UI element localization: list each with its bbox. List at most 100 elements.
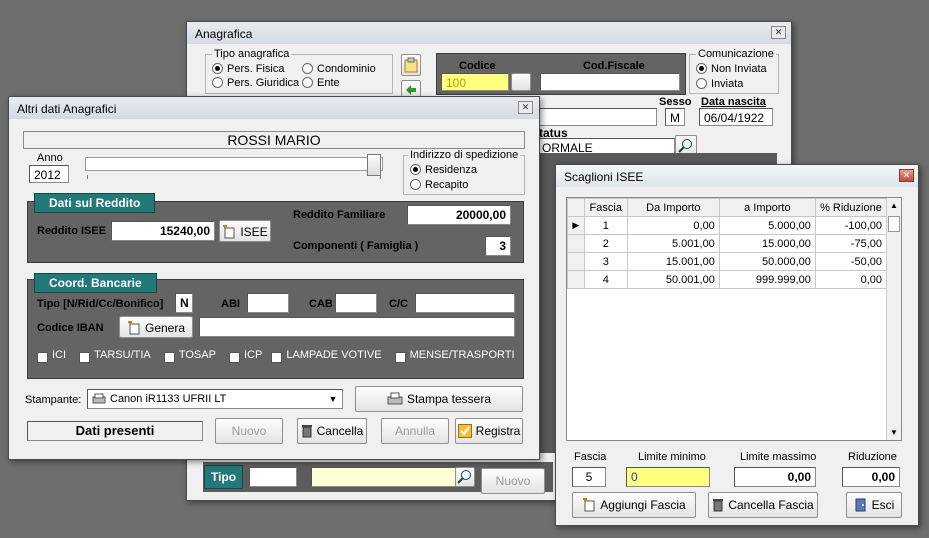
cell-a[interactable]: 50.000,00 bbox=[718, 252, 816, 271]
cancella-button[interactable]: Cancella bbox=[297, 418, 367, 444]
cell-fascia[interactable]: 1 bbox=[583, 216, 628, 235]
esci-button[interactable]: Esci bbox=[846, 492, 902, 518]
anno-input[interactable]: 2012 bbox=[29, 165, 69, 183]
checkbox-label: ICI bbox=[52, 349, 67, 361]
scrollbar-thumb[interactable] bbox=[888, 216, 900, 232]
radio-pers-fisica[interactable]: Pers. Fisica bbox=[212, 63, 284, 75]
nuovo-button[interactable]: Nuovo bbox=[481, 468, 545, 494]
cell-fascia[interactable]: 2 bbox=[583, 234, 628, 253]
radio-non-inviata[interactable]: Non Inviata bbox=[696, 63, 767, 75]
radio-inviata[interactable]: Inviata bbox=[696, 78, 743, 90]
cell-riduzione[interactable]: 0,00 bbox=[814, 270, 888, 289]
componenti-input[interactable]: 3 bbox=[485, 236, 511, 256]
codfiscale-input[interactable] bbox=[540, 73, 680, 91]
service-lampade[interactable]: ✓ LAMPADE VOTIVE bbox=[271, 349, 382, 363]
radio-icon bbox=[410, 164, 421, 175]
service-tarsu[interactable]: ✓ TARSU/TIA bbox=[79, 349, 151, 363]
scroll-down-icon[interactable]: ▼ bbox=[887, 428, 901, 437]
cab-input[interactable] bbox=[335, 293, 377, 313]
nuovo-button[interactable]: Nuovo bbox=[215, 418, 283, 444]
name-display: ROSSI MARIO bbox=[23, 131, 525, 149]
tipo-input[interactable] bbox=[249, 467, 297, 487]
nascita-input[interactable]: 06/04/1922 bbox=[699, 108, 773, 126]
reddito-isee-input[interactable]: 15240,00 bbox=[111, 221, 215, 241]
radio-residenza[interactable]: Residenza bbox=[410, 164, 477, 176]
scroll-up-icon[interactable]: ▲ bbox=[887, 201, 901, 210]
anno-slider-handle[interactable] bbox=[367, 154, 381, 176]
anno-slider-track[interactable] bbox=[85, 157, 383, 171]
table-row[interactable]: 2 5.001,00 15.000,00 -75,00 bbox=[567, 234, 888, 253]
column-header[interactable]: Fascia bbox=[583, 198, 628, 217]
annulla-button[interactable]: Annulla bbox=[381, 418, 449, 444]
stampante-select[interactable]: Canon iR1133 UFRII LT ▼ bbox=[87, 389, 343, 409]
radio-icon bbox=[410, 179, 421, 190]
cell-da[interactable]: 50.001,00 bbox=[626, 270, 720, 289]
max-input[interactable]: 0,00 bbox=[734, 467, 816, 487]
radio-pers-giuridica[interactable]: Pers. Giuridica bbox=[212, 77, 299, 89]
radio-label: Condominio bbox=[317, 63, 376, 75]
column-header[interactable]: % Riduzione bbox=[814, 198, 888, 217]
tipo-banca-input[interactable]: N bbox=[175, 293, 193, 313]
radio-condominio[interactable]: Condominio bbox=[302, 63, 376, 75]
aggiungi-fascia-button[interactable]: Aggiungi Fascia bbox=[572, 492, 696, 518]
grid-scrollbar[interactable]: ▲ ▼ bbox=[886, 198, 901, 440]
radio-ente[interactable]: Ente bbox=[302, 77, 340, 89]
min-input[interactable]: 0 bbox=[626, 467, 710, 487]
radio-label: Recapito bbox=[425, 179, 469, 191]
chevron-down-icon[interactable]: ▼ bbox=[326, 391, 340, 407]
iban-input[interactable] bbox=[199, 317, 515, 337]
radio-label: Residenza bbox=[425, 164, 477, 176]
reddito-fam-input[interactable]: 20000,00 bbox=[407, 205, 511, 225]
table-row[interactable]: 3 15.001,00 50.000,00 -50,00 bbox=[567, 252, 888, 271]
column-header[interactable]: Da Importo bbox=[626, 198, 720, 217]
button-label: Cancella Fascia bbox=[728, 498, 814, 512]
cell-a[interactable]: 5.000,00 bbox=[718, 216, 816, 235]
cell-riduzione[interactable]: -50,00 bbox=[814, 252, 888, 271]
cell-da[interactable]: 15.001,00 bbox=[626, 252, 720, 271]
tipo-desc-input[interactable] bbox=[311, 467, 461, 487]
cancella-fascia-button[interactable]: Cancella Fascia bbox=[708, 492, 818, 518]
genera-button[interactable]: Genera bbox=[119, 316, 193, 338]
clipboard-button[interactable] bbox=[401, 54, 421, 76]
service-ici[interactable]: ✓ ICI bbox=[37, 349, 67, 363]
riduzione-input[interactable]: 0,00 bbox=[842, 467, 900, 487]
cognome-input[interactable] bbox=[537, 108, 657, 126]
fascia-label: Fascia bbox=[574, 451, 607, 463]
grid-header: Fascia Da Importo a Importo % Riduzione bbox=[567, 198, 888, 217]
codice-lookup-button[interactable] bbox=[511, 73, 531, 91]
cell-riduzione[interactable]: -100,00 bbox=[814, 216, 888, 235]
radio-label: Pers. Giuridica bbox=[227, 77, 300, 89]
column-header[interactable]: a Importo bbox=[718, 198, 816, 217]
cell-fascia[interactable]: 4 bbox=[583, 270, 628, 289]
tipo-search-button[interactable] bbox=[455, 467, 475, 487]
abi-input[interactable] bbox=[247, 293, 289, 313]
cell-a[interactable]: 999.999,00 bbox=[718, 270, 816, 289]
radio-recapito[interactable]: Recapito bbox=[410, 179, 468, 191]
cell-da[interactable]: 5.001,00 bbox=[626, 234, 720, 253]
codice-label: Codice bbox=[459, 60, 496, 72]
isee-button[interactable]: ISEE bbox=[219, 220, 271, 242]
cell-fascia[interactable]: 3 bbox=[583, 252, 628, 271]
close-icon[interactable]: ✕ bbox=[771, 26, 786, 39]
close-icon[interactable]: ✕ bbox=[518, 101, 533, 114]
service-icp[interactable]: ✓ ICP bbox=[228, 349, 262, 363]
close-icon[interactable]: ✕ bbox=[899, 169, 914, 182]
riduzione-label: Riduzione bbox=[848, 451, 897, 463]
checkbox-checked-icon: ✓ bbox=[163, 352, 175, 363]
cc-input[interactable] bbox=[415, 293, 515, 313]
registra-button[interactable]: Registra bbox=[455, 418, 523, 444]
search-icon bbox=[457, 470, 471, 484]
service-tosap[interactable]: ✓ TOSAP bbox=[163, 349, 216, 363]
sesso-input[interactable]: M bbox=[665, 108, 685, 126]
cell-riduzione[interactable]: -75,00 bbox=[814, 234, 888, 253]
row-selector bbox=[567, 270, 585, 289]
codice-input[interactable]: 100 bbox=[441, 73, 509, 91]
table-row[interactable]: ▶ 1 0,00 5.000,00 -100,00 bbox=[567, 216, 888, 235]
checkmark-icon bbox=[457, 424, 472, 438]
cell-a[interactable]: 15.000,00 bbox=[718, 234, 816, 253]
table-row[interactable]: 4 50.001,00 999.999,00 0,00 bbox=[567, 270, 888, 289]
stampa-tessera-button[interactable]: Stampa tessera bbox=[355, 386, 523, 412]
cell-da[interactable]: 0,00 bbox=[626, 216, 720, 235]
checkbox-checked-icon: ✓ bbox=[37, 352, 48, 363]
service-mense[interactable]: ✓ MENSE/TRASPORTI bbox=[394, 349, 515, 363]
